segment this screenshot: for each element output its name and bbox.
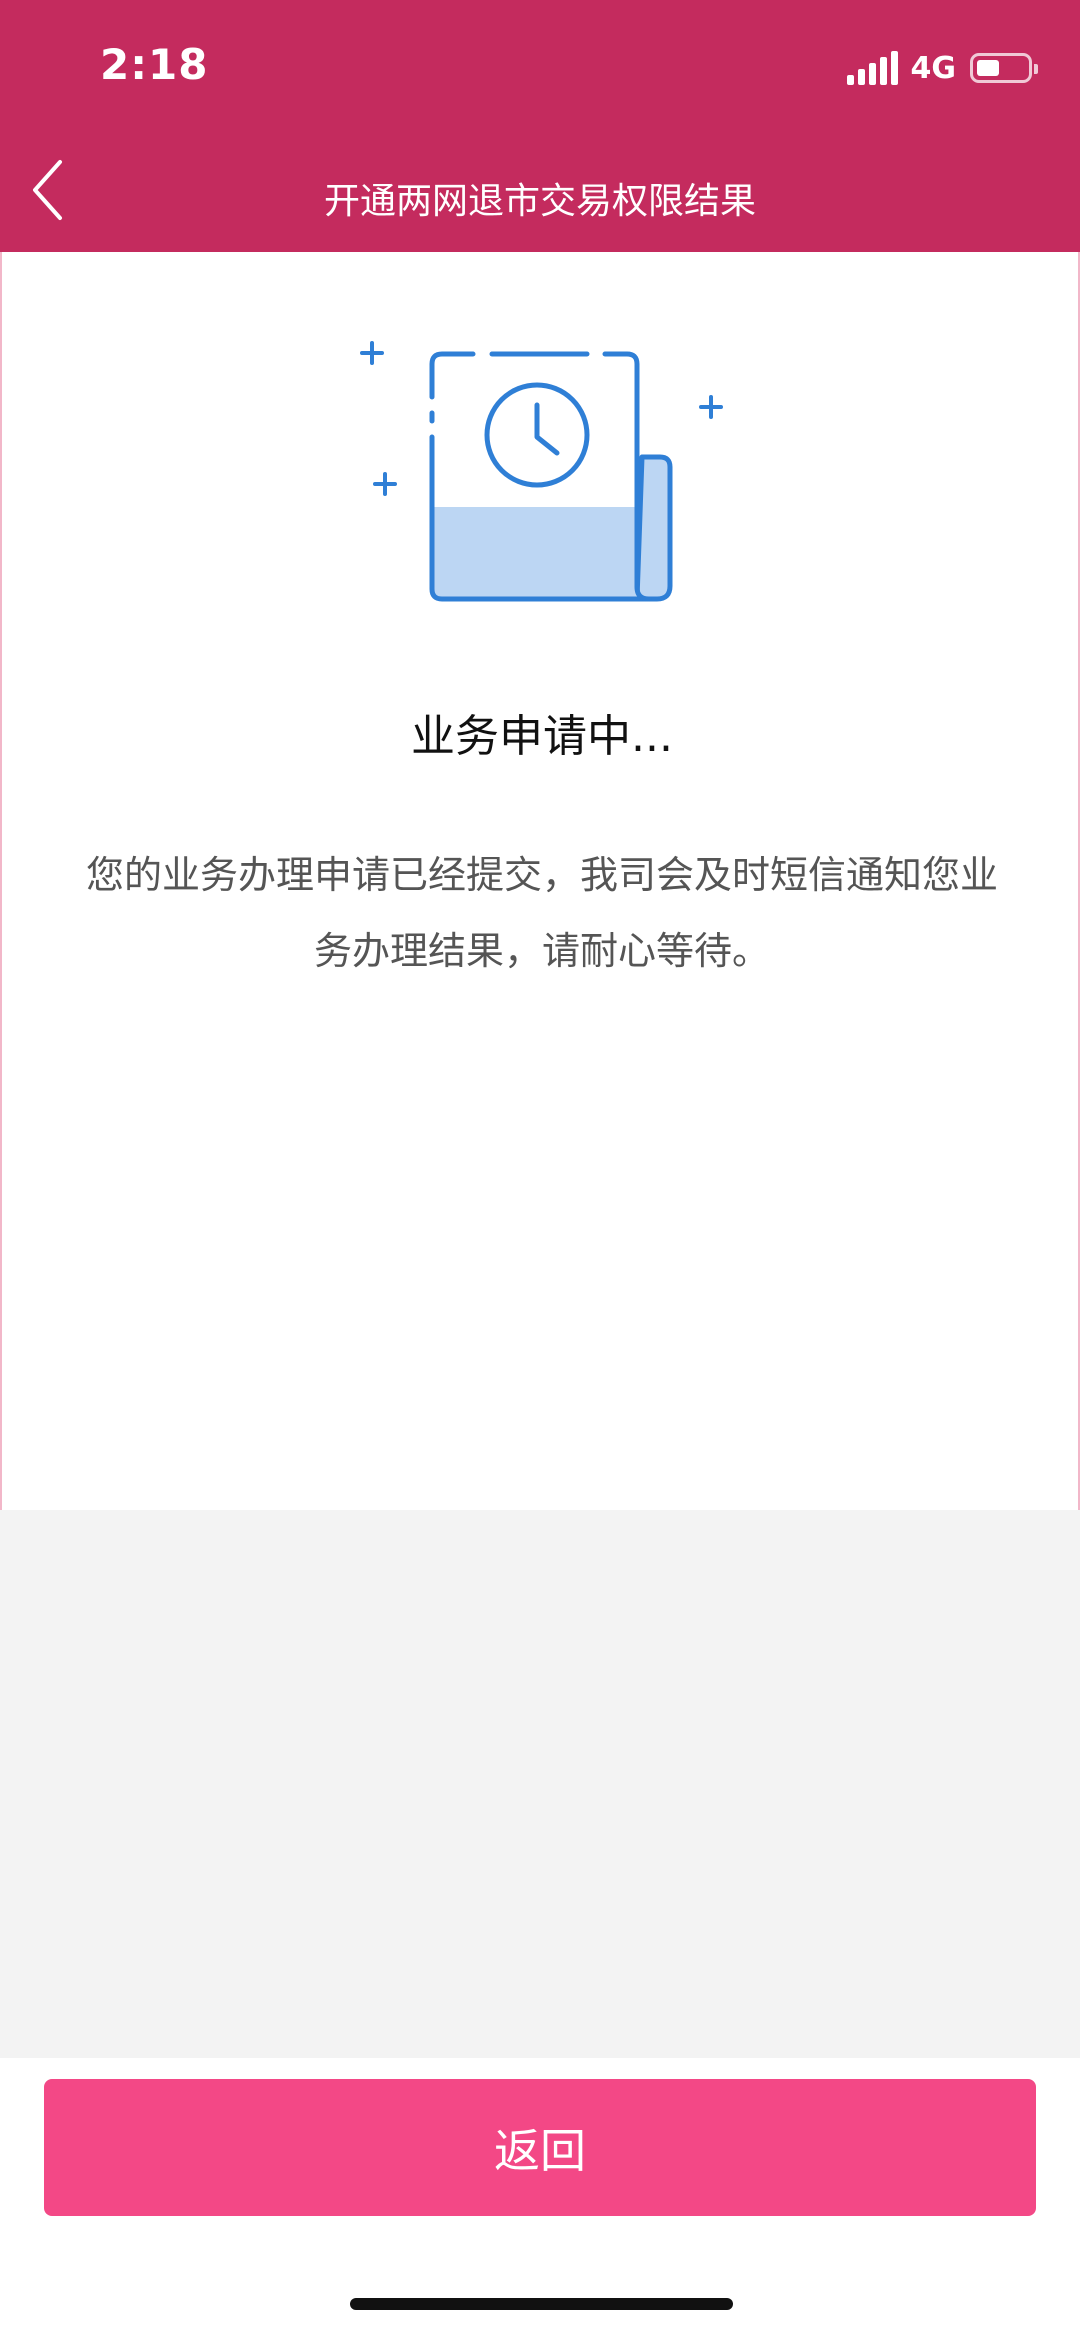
home-indicator[interactable] xyxy=(350,2298,733,2310)
status-time: 2:18 xyxy=(100,40,209,89)
empty-area xyxy=(0,1510,1080,2058)
battery-icon xyxy=(970,53,1038,83)
status-indicators: 4G xyxy=(846,46,1038,90)
signal-icon xyxy=(846,51,898,85)
return-button[interactable]: 返回 xyxy=(44,2079,1036,2216)
network-type: 4G xyxy=(910,50,957,86)
status-description: 您的业务办理申请已经提交，我司会及时短信通知您业务办理结果，请耐心等待。 xyxy=(85,853,998,973)
app-header: 2:18 4G 开通两网退市交易权限结果 xyxy=(0,0,1080,252)
status-heading: 业务申请中... xyxy=(411,711,673,762)
result-content: 业务申请中... 您的业务办理申请已经提交，我司会及时短信通知您业务办理结果，请… xyxy=(0,252,1080,1510)
pending-document-clock-icon xyxy=(360,341,723,602)
page-title: 开通两网退市交易权限结果 xyxy=(323,181,756,222)
